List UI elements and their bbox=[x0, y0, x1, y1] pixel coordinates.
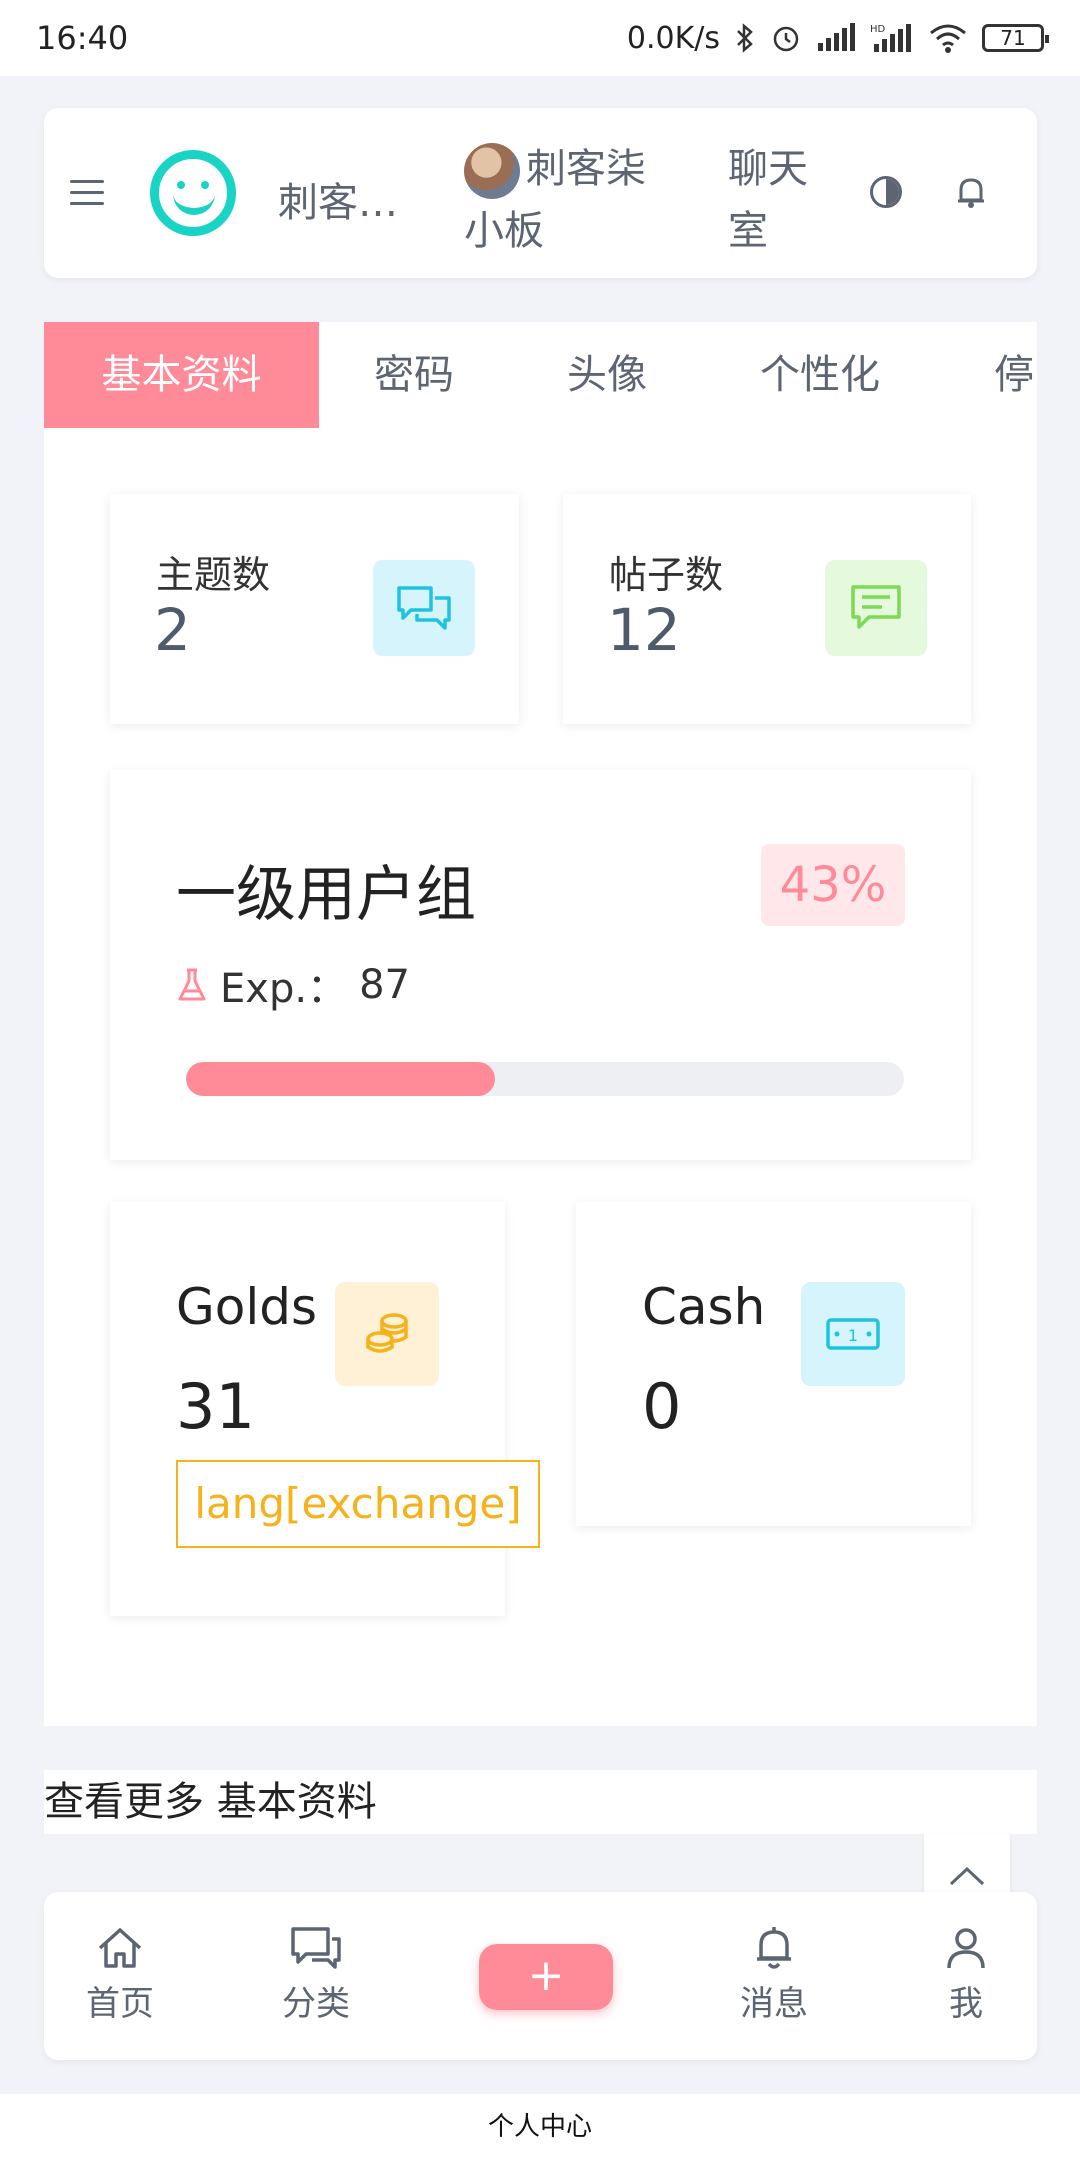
level-card: 一级用户组 43% Exp.： 87 bbox=[110, 770, 971, 1160]
user-group-name: 一级用户组 bbox=[176, 860, 476, 930]
see-more-link[interactable]: 查看更多 基本资料 bbox=[44, 1770, 1037, 1834]
cash-label: Cash bbox=[642, 1278, 766, 1336]
coins-icon bbox=[366, 1313, 408, 1353]
svg-text:HD: HD bbox=[870, 24, 886, 35]
nav-home-label: 首页 bbox=[86, 1984, 154, 2024]
topics-label: 主题数 bbox=[156, 553, 271, 597]
bell-icon bbox=[757, 1927, 791, 1969]
exp-row: Exp.： 87 bbox=[176, 956, 410, 1014]
nav-category[interactable]: 分类 bbox=[256, 1926, 376, 2025]
cash-value: 0 bbox=[642, 1370, 682, 1443]
posts-count: 12 bbox=[607, 596, 681, 664]
cash-card: Cash 0 1 bbox=[576, 1202, 971, 1526]
topics-icon-box bbox=[373, 560, 475, 656]
signal-icon bbox=[818, 23, 855, 51]
exp-label: Exp.： bbox=[220, 966, 348, 1012]
topics-count: 2 bbox=[154, 596, 191, 664]
alarm-icon bbox=[773, 26, 799, 52]
tab-personalize[interactable]: 个性化 bbox=[760, 322, 880, 428]
menu-icon[interactable] bbox=[70, 180, 104, 206]
home-icon bbox=[98, 1928, 142, 1968]
profile-tabs: 基本资料 密码 头像 个性化 停 bbox=[44, 322, 1037, 428]
level-progress-fill bbox=[186, 1062, 495, 1096]
tab-basic-info[interactable]: 基本资料 bbox=[44, 322, 319, 428]
message-icon bbox=[851, 585, 901, 629]
site-logo[interactable] bbox=[150, 150, 236, 236]
wifi-icon bbox=[930, 24, 966, 53]
avatar bbox=[464, 143, 520, 199]
tab-password[interactable]: 密码 bbox=[374, 322, 454, 428]
battery-level: 71 bbox=[1000, 26, 1026, 50]
level-percent-badge: 43% bbox=[761, 844, 905, 926]
cash-icon-box: 1 bbox=[801, 1282, 905, 1386]
signal-hd-icon: HD bbox=[870, 24, 911, 52]
nav-messages-label: 消息 bbox=[740, 1984, 808, 2024]
site-title[interactable]: 刺客… bbox=[278, 170, 408, 228]
golds-label: Golds bbox=[176, 1278, 318, 1336]
nav-messages[interactable]: 消息 bbox=[714, 1926, 834, 2025]
exp-value: 87 bbox=[359, 962, 410, 1008]
topics-stat-card: 主题数 2 bbox=[110, 494, 519, 724]
bottom-nav: 首页 分类 + 消息 我 bbox=[44, 1892, 1037, 2060]
header-bar: 刺客… 刺客柒小板 聊天室 bbox=[44, 108, 1037, 278]
page-title: 个人中心 bbox=[0, 2094, 1080, 2160]
nav-me-label: 我 bbox=[949, 1984, 983, 2024]
tab-more[interactable]: 停 bbox=[994, 322, 1034, 428]
theme-toggle-icon[interactable] bbox=[870, 176, 902, 208]
posts-icon-box bbox=[825, 560, 927, 656]
status-icons: 0.0K/s HD 71 bbox=[626, 20, 1049, 56]
golds-card: Golds 31 lang[exchange] bbox=[110, 1202, 540, 1616]
user-icon bbox=[947, 1928, 985, 1969]
status-bar: 16:40 0.0K/s HD 71 bbox=[0, 0, 1080, 76]
notification-bell-icon[interactable] bbox=[956, 174, 986, 210]
golds-icon-box bbox=[335, 1282, 439, 1386]
profile-panel: 基本资料 密码 头像 个性化 停 主题数 2 帖子数 12 一级用户组 43% … bbox=[44, 322, 1037, 1726]
battery-icon: 71 bbox=[982, 24, 1049, 52]
money-bill-icon: 1 bbox=[826, 1318, 880, 1350]
user-nav-link[interactable]: 刺客柒小板 bbox=[464, 138, 664, 262]
tab-avatar[interactable]: 头像 bbox=[567, 322, 647, 428]
status-time: 16:40 bbox=[36, 19, 129, 57]
chevron-up-icon bbox=[949, 1866, 985, 1886]
chat-bubbles-icon bbox=[291, 1927, 341, 1969]
exchange-button[interactable]: lang[exchange] bbox=[176, 1460, 540, 1548]
nav-category-label: 分类 bbox=[282, 1984, 350, 2024]
flask-icon bbox=[178, 968, 206, 1001]
posts-stat-card: 帖子数 12 bbox=[563, 494, 971, 724]
level-progress-bar bbox=[186, 1062, 904, 1096]
svg-text:1: 1 bbox=[848, 1326, 858, 1345]
golds-value: 31 bbox=[176, 1370, 255, 1443]
network-speed: 0.0K/s bbox=[626, 20, 720, 56]
posts-label: 帖子数 bbox=[609, 553, 724, 597]
bluetooth-icon bbox=[737, 23, 753, 53]
nav-home[interactable]: 首页 bbox=[60, 1926, 180, 2025]
add-post-button[interactable]: + bbox=[479, 1944, 613, 2010]
nav-me[interactable]: 我 bbox=[906, 1926, 1026, 2025]
chat-room-link[interactable]: 聊天室 bbox=[728, 138, 818, 262]
comments-icon bbox=[397, 586, 451, 630]
